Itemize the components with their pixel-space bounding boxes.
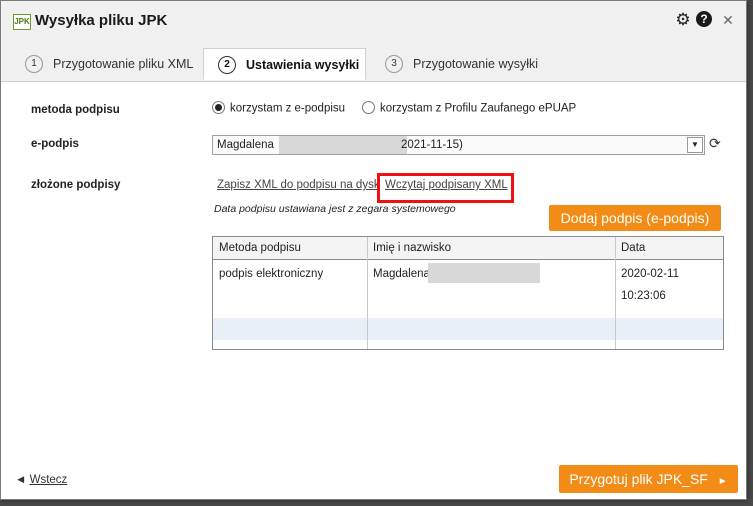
- dialog-title: Wysyłka pliku JPK: [35, 12, 168, 29]
- tab-label: Przygotowanie pliku XML: [53, 57, 194, 71]
- signatures-label: złożone podpisy: [31, 179, 121, 191]
- redacted-block: [279, 136, 407, 154]
- tab-prepare-send[interactable]: 3 Przygotowanie wysyłki: [385, 48, 538, 80]
- step-number: 3: [385, 54, 403, 73]
- esign-label: e-podpis: [31, 138, 79, 150]
- radio-epuap[interactable]: korzystam z Profilu Zaufanego ePUAP: [362, 101, 577, 115]
- step-number: 2: [218, 55, 236, 74]
- redacted-block: [428, 263, 540, 283]
- cell-name[interactable]: Magdalena: [373, 263, 430, 285]
- date-note: Data podpisu ustawiana jest z zegara sys…: [214, 203, 456, 215]
- radio-selected-icon: [212, 101, 225, 114]
- close-icon[interactable]: ✕: [719, 11, 737, 29]
- back-link-label: Wstecz: [29, 474, 68, 486]
- gear-icon[interactable]: ⚙: [674, 11, 692, 29]
- header-method[interactable]: Metoda podpisu: [219, 237, 301, 260]
- step-number: 1: [25, 54, 43, 73]
- column-divider: [615, 237, 616, 349]
- refresh-icon[interactable]: ⟳: [709, 135, 721, 152]
- tab-prepare-xml[interactable]: 1 Przygotowanie pliku XML: [25, 48, 193, 80]
- back-link[interactable]: ◄ Wstecz: [15, 474, 67, 486]
- arrow-right-icon: ►: [717, 476, 728, 487]
- header-name[interactable]: Imię i nazwisko: [373, 237, 451, 260]
- step-tabs: 1 Przygotowanie pliku XML 2 Ustawienia wys…: [1, 41, 746, 82]
- radio-esign-label: korzystam z e-podpisu: [230, 102, 346, 115]
- signatures-table: Metoda podpisu Imię i nazwisko Data podp…: [212, 236, 724, 350]
- jpk-logo: JPK: [13, 14, 31, 30]
- chevron-left-icon: ◄: [15, 474, 27, 486]
- tab-send-settings[interactable]: 2 Ustawienia wysyłki: [203, 48, 366, 80]
- jpk-dialog: JPK Wysyłka pliku JPK ⚙ ? ✕ 1 Przygotowan…: [0, 0, 747, 500]
- column-divider: [367, 237, 368, 349]
- radio-empty-icon: [362, 101, 375, 114]
- esign-select[interactable]: Magdalena 2021-11-15) ▼: [212, 135, 705, 155]
- tab-label: Przygotowanie wysyłki: [413, 57, 539, 71]
- highlight-box: [377, 173, 514, 203]
- prepare-jpk-label: Przygotuj plik JPK_SF: [569, 471, 708, 487]
- help-icon[interactable]: ?: [696, 11, 712, 27]
- add-signature-button[interactable]: Dodaj podpis (e-podpis): [549, 205, 721, 231]
- save-xml-link[interactable]: Zapisz XML do podpisu na dysk: [217, 179, 380, 191]
- tab-label: Ustawienia wysyłki: [246, 58, 360, 72]
- chevron-down-icon[interactable]: ▼: [687, 137, 703, 153]
- signature-method-label: metoda podpisu: [31, 104, 120, 116]
- titlebar: JPK Wysyłka pliku JPK ⚙ ? ✕: [1, 1, 746, 42]
- table-row-empty: [213, 318, 723, 340]
- esign-selected-date: 2021-11-15): [401, 139, 463, 151]
- radio-epuap-label: korzystam z Profilu Zaufanego ePUAP: [380, 102, 577, 115]
- prepare-jpk-button[interactable]: Przygotuj plik JPK_SF ►: [559, 465, 738, 493]
- header-date[interactable]: Data: [621, 237, 646, 260]
- radio-esign[interactable]: korzystam z e-podpisu: [212, 101, 346, 115]
- cell-date[interactable]: 2020-02-11 10:23:06: [621, 263, 723, 307]
- cell-method[interactable]: podpis elektroniczny: [219, 263, 323, 285]
- esign-selected-name: Magdalena: [217, 139, 274, 151]
